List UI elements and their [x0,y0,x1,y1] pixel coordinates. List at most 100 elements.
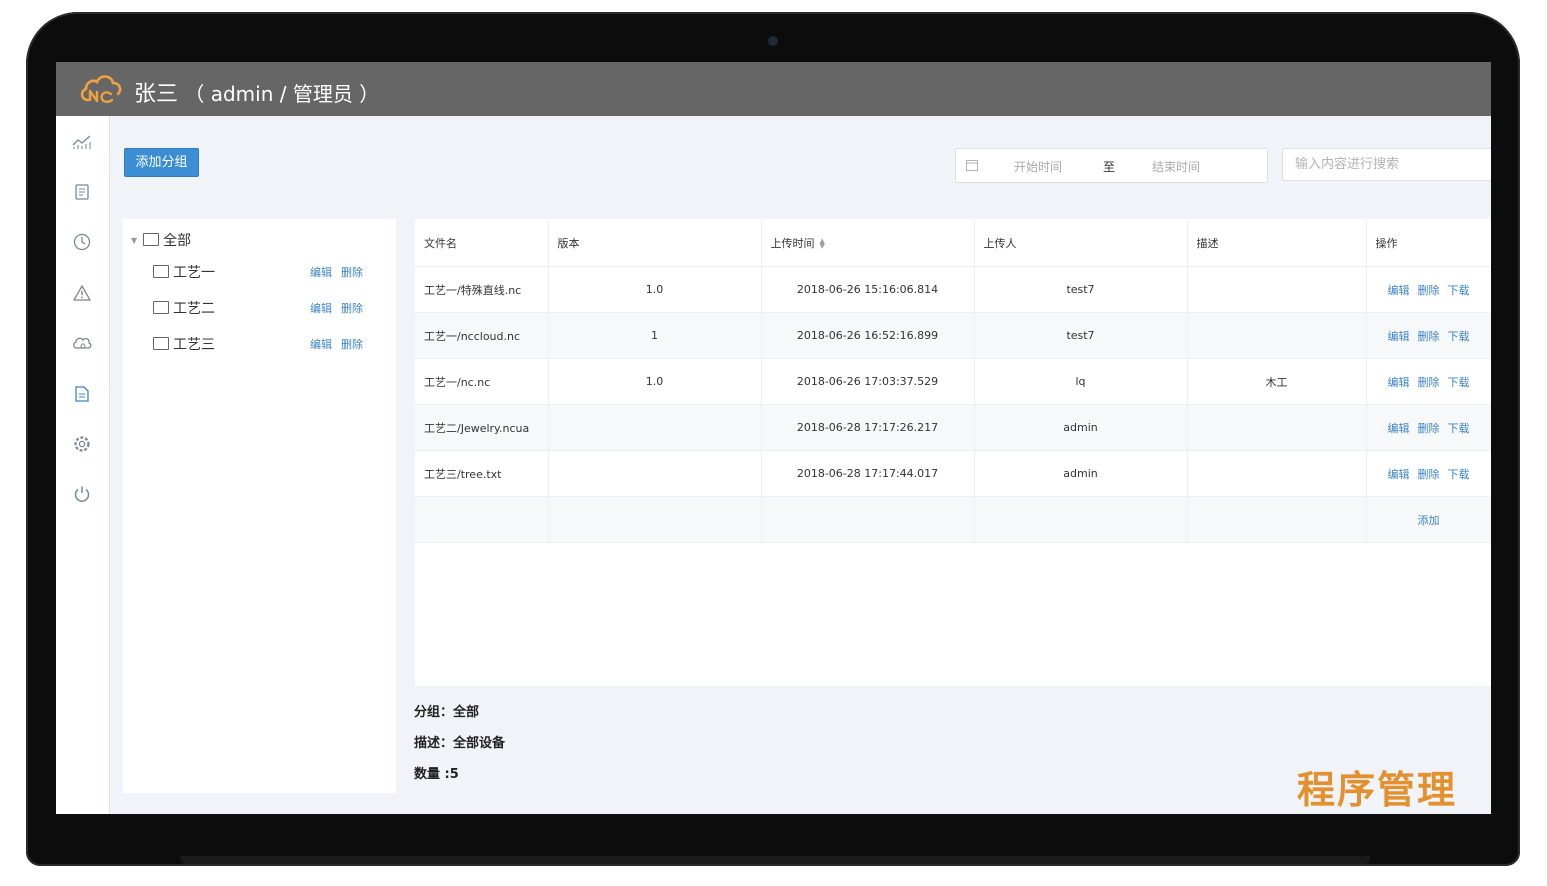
row-delete-link[interactable]: 删除 [1418,376,1440,389]
info-description: 描述：全部设备 [414,736,506,751]
cell-uploader: lq [974,358,1188,405]
tree-edit-link[interactable]: 编辑 [310,338,332,351]
tree-edit-link[interactable]: 编辑 [310,302,332,315]
cell-upload-time: 2018-06-26 15:16:06.814 [761,266,975,313]
end-date-field[interactable]: 结束时间 [1152,158,1200,175]
power-icon[interactable] [72,484,92,504]
tree-node-label: 工艺一 [173,265,215,281]
add-file-link[interactable]: 添加 [1418,514,1440,527]
group-tree: ▼ 全部 工艺一 编辑 删除 工艺二 编辑 删除 工艺三 编辑 删除 [123,219,396,793]
tree-node[interactable]: 工艺二 编辑 删除 [153,298,378,318]
tree-node[interactable]: 工艺三 编辑 删除 [153,334,378,354]
column-header-description: 描述 [1187,219,1367,267]
tree-root-label: 全部 [163,233,192,249]
app-screen: 张三 （ admin / 管理员 ） 添加分组 开始时间 至 结束时间 输入内容… [56,62,1491,814]
row-edit-link[interactable]: 编辑 [1388,376,1410,389]
cell-uploader: test7 [974,266,1188,313]
column-header-upload-time-label: 上传时间 [770,236,815,250]
stats-icon[interactable] [72,132,92,152]
tree-delete-link[interactable]: 删除 [341,338,363,351]
row-edit-link[interactable]: 编辑 [1388,330,1410,343]
cell-actions: 编辑 删除 下载 [1366,404,1491,451]
add-group-button[interactable]: 添加分组 [124,148,199,177]
info-count: 数量 :5 [414,767,459,782]
cloud-logo-icon [80,75,122,103]
row-edit-link[interactable]: 编辑 [1388,284,1410,297]
empty-cell [548,496,762,543]
tree-root[interactable]: ▼ 全部 [131,230,191,250]
tree-node[interactable]: 工艺一 编辑 删除 [153,262,378,282]
row-delete-link[interactable]: 删除 [1418,468,1440,481]
row-delete-link[interactable]: 删除 [1418,284,1440,297]
cell-upload-time: 2018-06-26 16:52:16.899 [761,312,975,359]
row-download-link[interactable]: 下载 [1448,330,1470,343]
table-row: 工艺二/Jewelry.ncua 2018-06-28 17:17:26.217… [415,404,1491,451]
column-header-upload-time[interactable]: 上传时间 ▲ ▼ [761,219,975,267]
column-header-version: 版本 [548,219,762,267]
sort-icon[interactable]: ▲ ▼ [820,237,825,249]
calendar-icon [966,160,978,171]
user-title: 张三 （ admin / 管理员 ） [134,76,379,108]
cell-actions: 编辑 删除 下载 [1366,450,1491,497]
laptop-base [180,856,1370,864]
empty-cell [1187,496,1367,543]
table-row: 工艺一/特殊直线.nc 1.0 2018-06-26 15:16:06.814 … [415,266,1491,313]
empty-cell [761,496,975,543]
cell-version [548,450,762,497]
user-role: （ admin / 管理员 ） [184,82,380,106]
cell-uploader: test7 [974,312,1188,359]
empty-cell [974,496,1188,543]
cell-description: 木工 [1187,358,1367,405]
start-date-field[interactable]: 开始时间 [1014,158,1062,175]
document-list-icon[interactable] [72,182,92,202]
cell-add: 添加 [1366,496,1491,543]
cell-uploader: admin [974,450,1188,497]
warning-icon[interactable] [72,283,92,303]
add-row: 添加 [415,496,1491,543]
cell-uploader: admin [974,404,1188,451]
tree-node-label: 工艺二 [173,301,215,317]
row-delete-link[interactable]: 删除 [1418,330,1440,343]
table-header-row: 文件名 版本 上传时间 ▲ ▼ 上传人 描述 操作 [415,219,1491,267]
cell-version: 1.0 [548,266,762,313]
cell-version [548,404,762,451]
row-delete-link[interactable]: 删除 [1418,422,1440,435]
row-download-link[interactable]: 下载 [1448,284,1470,297]
cell-filename: 工艺一/nc.nc [415,358,549,405]
top-header: 张三 （ admin / 管理员 ） [56,62,1491,116]
table-row: 工艺三/tree.txt 2018-06-28 17:17:44.017 adm… [415,450,1491,497]
search-input[interactable] [1282,148,1491,181]
caret-down-icon[interactable]: ▼ [131,236,137,245]
row-download-link[interactable]: 下载 [1448,468,1470,481]
info-group: 分组：全部 [414,705,480,720]
row-edit-link[interactable]: 编辑 [1388,468,1410,481]
cell-actions: 编辑 删除 下载 [1366,266,1491,313]
cell-actions: 编辑 删除 下载 [1366,358,1491,405]
webcam [768,36,778,46]
folder-icon [143,232,160,246]
file-icon[interactable] [72,384,92,404]
column-header-filename: 文件名 [415,219,549,267]
settings-icon[interactable] [72,434,92,454]
empty-cell [415,496,549,543]
cell-filename: 工艺一/特殊直线.nc [415,266,549,313]
cell-description [1187,312,1367,359]
tree-delete-link[interactable]: 删除 [341,266,363,279]
cell-description [1187,404,1367,451]
cell-upload-time: 2018-06-28 17:17:26.217 [761,404,975,451]
date-range-picker[interactable]: 开始时间 至 结束时间 [955,148,1268,183]
cell-upload-time: 2018-06-26 17:03:37.529 [761,358,975,405]
tree-delete-link[interactable]: 删除 [341,302,363,315]
cell-description [1187,450,1367,497]
row-download-link[interactable]: 下载 [1448,376,1470,389]
cloud-icon[interactable] [72,333,92,353]
file-table: 文件名 版本 上传时间 ▲ ▼ 上传人 描述 操作 工艺一/特殊直线.nc 1.0 … [415,219,1491,543]
cell-version: 1.0 [548,358,762,405]
tree-edit-link[interactable]: 编辑 [310,266,332,279]
row-download-link[interactable]: 下载 [1448,422,1470,435]
clock-icon[interactable] [72,232,92,252]
user-name: 张三 [134,82,179,107]
cell-filename: 工艺一/nccloud.nc [415,312,549,359]
table-row: 工艺一/nc.nc 1.0 2018-06-26 17:03:37.529 lq… [415,358,1491,405]
row-edit-link[interactable]: 编辑 [1388,422,1410,435]
